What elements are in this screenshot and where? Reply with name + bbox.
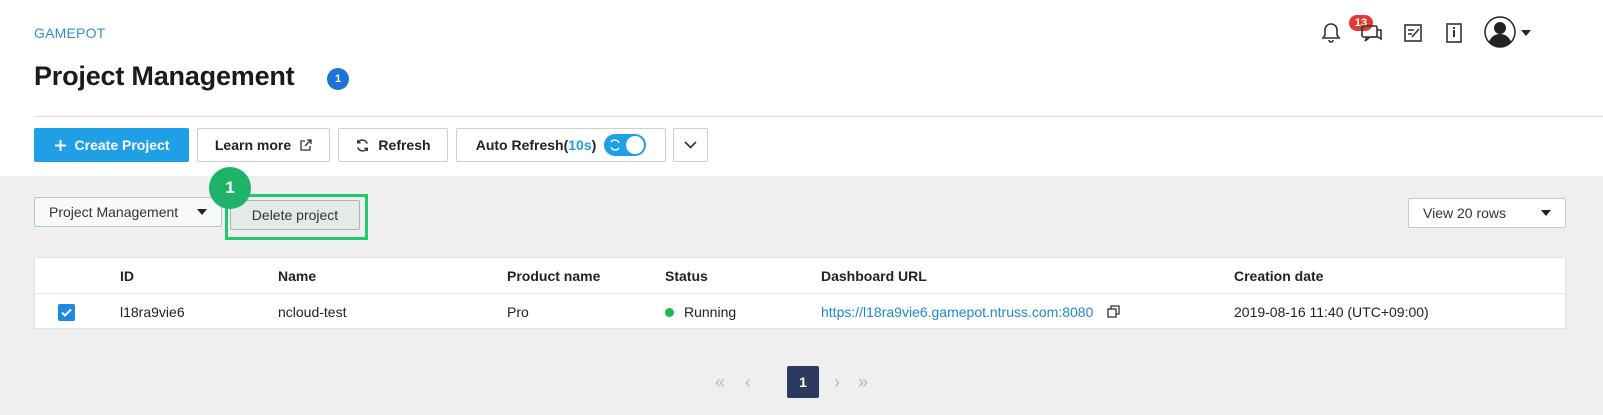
external-link-icon	[300, 138, 312, 151]
learn-more-button[interactable]: Learn more	[197, 128, 330, 162]
auto-refresh-close: )	[591, 137, 597, 153]
refresh-icon	[357, 138, 369, 152]
project-management-select[interactable]: Project Management	[34, 197, 222, 227]
refresh-label: Refresh	[378, 137, 431, 153]
page-header: GAMEPOT Project Management 1 13 Create P…	[0, 0, 1603, 176]
page-title: Project Management	[34, 61, 295, 91]
status-dot	[665, 307, 674, 317]
info-badge[interactable]: 1	[327, 68, 349, 90]
column-header-url[interactable]: Dashboard URL	[821, 258, 927, 294]
toggle-knob	[626, 136, 645, 154]
chevron-down-icon	[684, 141, 697, 149]
bell-icon[interactable]	[1318, 20, 1344, 46]
column-header-name[interactable]: Name	[278, 258, 316, 294]
project-select-value: Project Management	[49, 204, 179, 220]
cell-name: ncloud-test	[278, 304, 347, 320]
table-row[interactable]: l18ra9vie6 ncloud-test Pro Running https…	[35, 294, 1565, 330]
cell-product: Pro	[507, 304, 529, 320]
column-header-created[interactable]: Creation date	[1234, 258, 1323, 294]
auto-refresh-text: Auto Refresh(10s)	[476, 137, 597, 153]
chat-icon[interactable]	[1359, 20, 1385, 46]
column-header-product[interactable]: Product name	[507, 258, 600, 294]
cell-created: 2019-08-16 11:40 (UTC+09:00)	[1234, 304, 1429, 320]
create-project-button[interactable]: Create Project	[34, 128, 189, 162]
step-marker: 1	[209, 167, 251, 209]
checkmark-icon	[61, 308, 72, 317]
cell-status: Running	[665, 294, 736, 330]
last-page-button[interactable]: »	[858, 366, 868, 398]
memo-icon[interactable]	[1400, 20, 1426, 46]
refresh-button[interactable]: Refresh	[338, 128, 448, 162]
status-text: Running	[684, 304, 737, 320]
info-document-icon[interactable]	[1441, 20, 1467, 46]
learn-more-label: Learn more	[214, 137, 292, 153]
auto-refresh-control: Auto Refresh(10s)	[456, 128, 666, 162]
more-options-button[interactable]	[673, 128, 708, 162]
row-checkbox[interactable]	[58, 304, 75, 321]
auto-refresh-interval: 10s	[568, 137, 592, 153]
header-divider	[34, 116, 1603, 117]
caret-down-icon	[197, 209, 207, 215]
rows-per-page-select[interactable]: View 20 rows	[1408, 198, 1566, 228]
caret-down-icon	[1541, 210, 1551, 216]
first-page-button[interactable]: «	[715, 366, 725, 398]
avatar-dropdown-icon[interactable]	[1521, 30, 1531, 36]
breadcrumb[interactable]: GAMEPOT	[34, 25, 105, 41]
cell-id: l18ra9vie6	[120, 304, 185, 320]
rows-select-value: View 20 rows	[1423, 205, 1507, 221]
auto-refresh-toggle[interactable]	[604, 134, 647, 156]
column-header-id[interactable]: ID	[120, 258, 134, 294]
create-project-label: Create Project	[74, 137, 170, 153]
project-table: ID Name Product name Status Dashboard UR…	[34, 257, 1566, 329]
prev-page-button[interactable]: ‹	[745, 366, 751, 398]
next-page-button[interactable]: ›	[834, 366, 840, 398]
current-page[interactable]: 1	[787, 366, 819, 398]
dashboard-url-link[interactable]: https://l18ra9vie6.gamepot.ntruss.com:80…	[821, 304, 1093, 320]
copy-icon[interactable]	[1107, 305, 1120, 318]
table-header: ID Name Product name Status Dashboard UR…	[35, 258, 1565, 294]
sync-icon	[610, 139, 620, 151]
auto-refresh-label: Auto Refresh(	[475, 137, 569, 153]
column-header-status[interactable]: Status	[665, 258, 708, 294]
avatar[interactable]	[1484, 16, 1516, 48]
cell-url: https://l18ra9vie6.gamepot.ntruss.com:80…	[821, 294, 1120, 330]
plus-icon	[54, 139, 66, 151]
